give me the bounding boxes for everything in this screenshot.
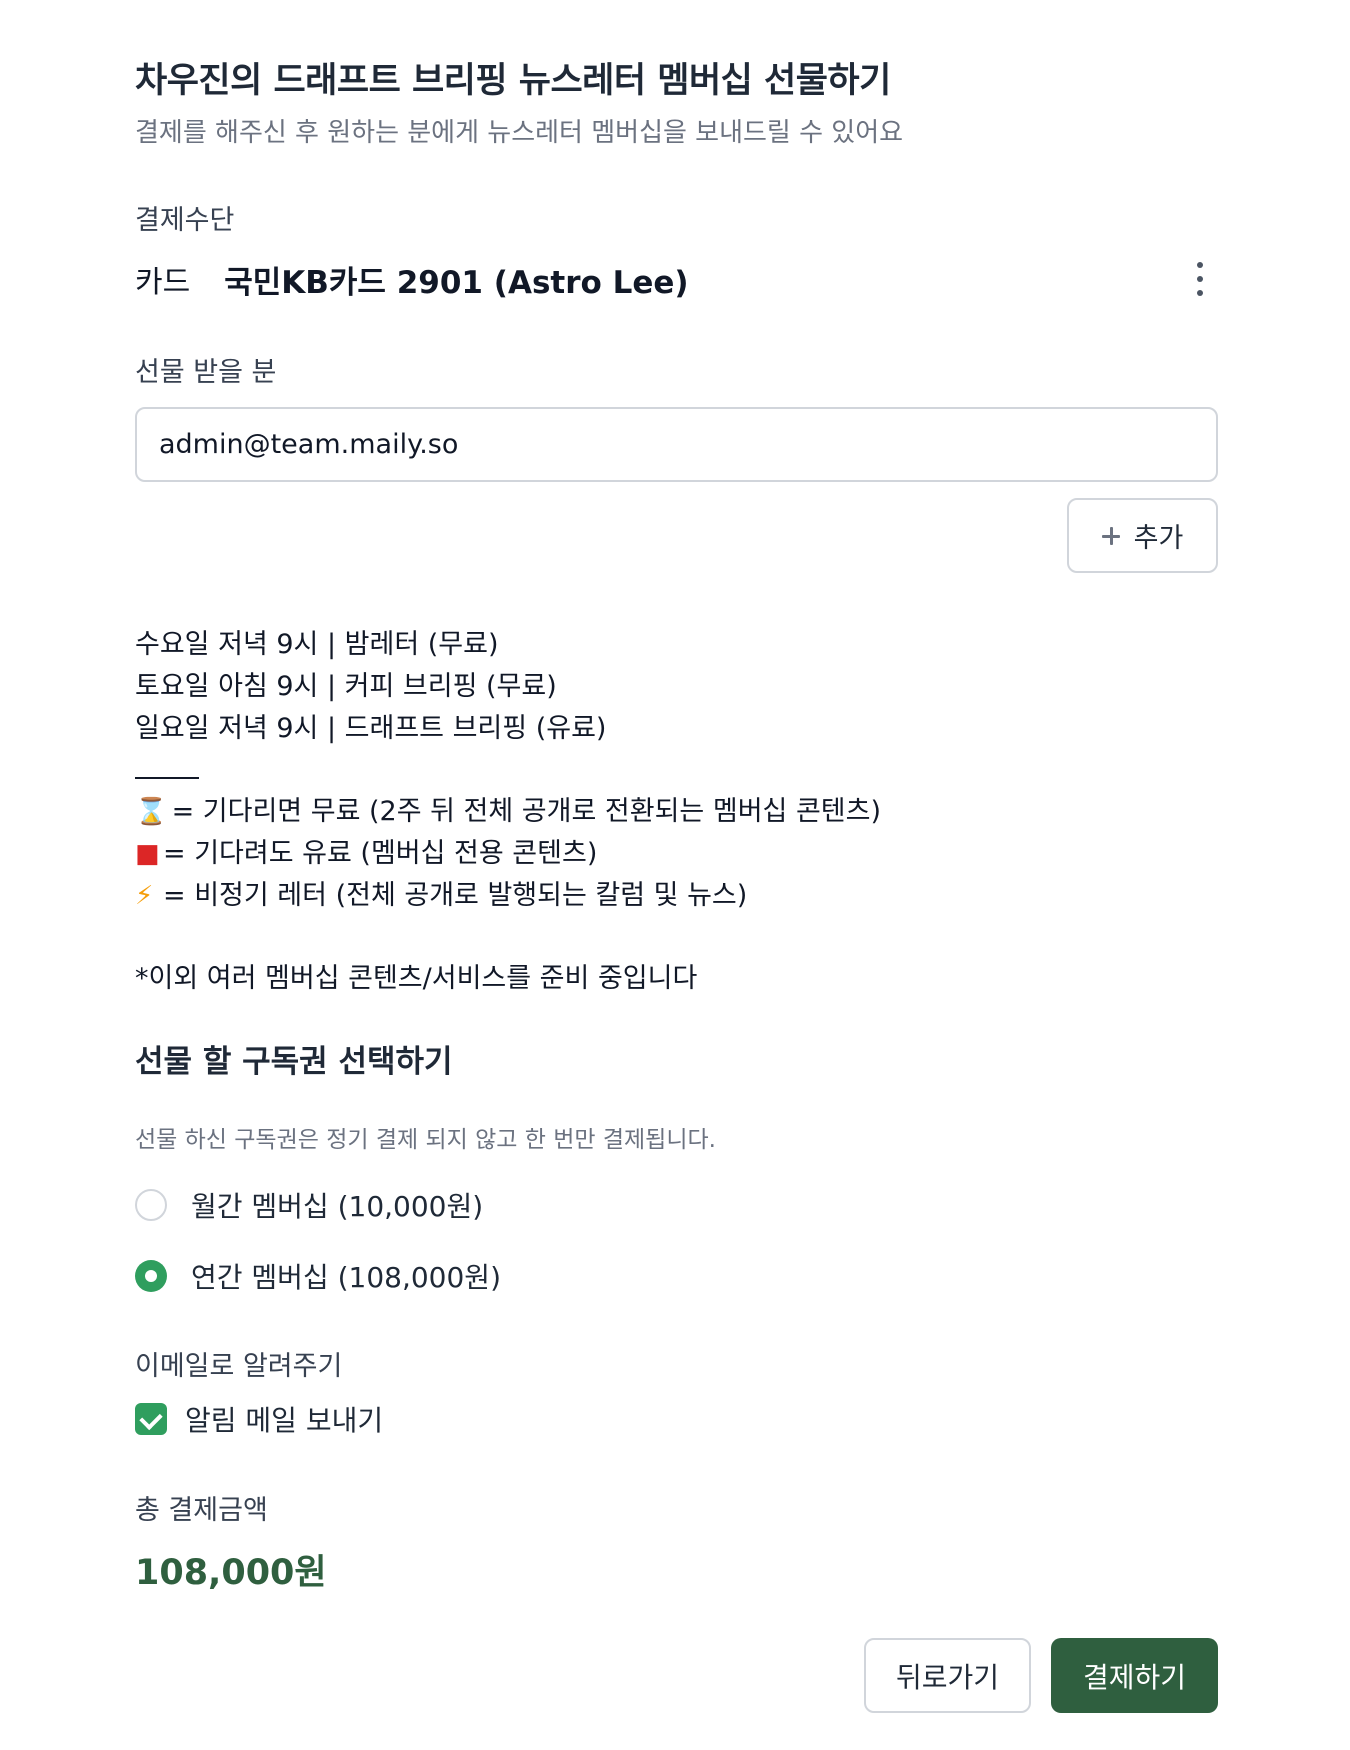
divider [135,777,199,779]
gift-icon: ■ [135,839,160,869]
total-amount: 108,000원 [135,1553,327,1593]
hourglass-icon: ⌛ [135,797,168,827]
recipient-label: 선물 받을 분 [135,357,277,388]
footnote: *이외 여러 멤버십 콘텐츠/서비스를 준비 중입니다 [135,963,698,994]
subscription-note: 선물 하신 구독권은 정기 결제 되지 않고 한 번만 결제됩니다. [135,1127,716,1153]
radio-button[interactable] [135,1189,167,1221]
legend-line: ■ = 기다려도 유료 (멤버십 전용 콘텐츠) [135,831,597,870]
subscription-section-title: 선물 할 구독권 선택하기 [135,1044,453,1080]
radio-label: 월간 멤버십 (10,000원) [191,1190,484,1223]
legend-line: ⚡ = 비정기 레터 (전체 공개로 발행되는 칼럼 및 뉴스) [135,873,747,912]
recipient-email-input[interactable] [135,407,1218,482]
schedule-line: 토요일 아침 9시 | 커피 브리핑 (무료) [135,671,557,702]
page-title: 차우진의 드래프트 브리핑 뉴스레터 멤버십 선물하기 [135,61,891,101]
page-subtitle: 결제를 해주신 후 원하는 분에게 뉴스레터 멤버십을 보내드릴 수 있어요 [135,118,904,148]
schedule-line: 수요일 저녁 9시 | 밤레터 (무료) [135,629,499,660]
checkbox-label: 알림 메일 보내기 [185,1404,384,1437]
legend-text: = 비정기 레터 (전체 공개로 발행되는 칼럼 및 뉴스) [163,880,748,911]
gift-membership-page: 차우진의 드래프트 브리핑 뉴스레터 멤버십 선물하기 결제를 해주신 후 원하… [0,0,1350,1750]
pay-button[interactable]: 결제하기 [1051,1638,1218,1713]
legend-text: = 기다리면 무료 (2주 뒤 전체 공개로 전환되는 멤버십 콘텐츠) [163,796,882,827]
total-label: 총 결제금액 [135,1495,268,1526]
legend-line: ⌛ = 기다리면 무료 (2주 뒤 전체 공개로 전환되는 멤버십 콘텐츠) [135,789,881,828]
add-recipient-button[interactable]: 추가 [1067,498,1218,573]
notify-label: 이메일로 알려주기 [135,1351,343,1382]
radio-yearly[interactable]: 연간 멤버십 (108,000원) [135,1256,501,1296]
payment-card: 국민KB카드 2901 (Astro Lee) [224,264,689,301]
plus-icon [1101,526,1120,545]
back-button[interactable]: 뒤로가기 [864,1638,1031,1713]
kebab-menu-icon[interactable] [1188,262,1212,296]
payment-method-label: 결제수단 [135,205,235,236]
payment-method-row: 카드 국민KB카드 2901 (Astro Lee) [135,256,1220,302]
radio-button-selected[interactable] [135,1260,167,1292]
schedule-line: 일요일 저녁 9시 | 드래프트 브리핑 (유료) [135,713,607,744]
legend-text: = 기다려도 유료 (멤버십 전용 콘텐츠) [163,838,598,869]
checkbox-checked[interactable] [135,1403,167,1435]
add-button-label: 추가 [1133,523,1184,554]
notify-checkbox-row[interactable]: 알림 메일 보내기 [135,1401,383,1437]
lightning-icon: ⚡ [135,881,154,911]
radio-monthly[interactable]: 월간 멤버십 (10,000원) [135,1185,483,1225]
radio-label: 연간 멤버십 (108,000원) [191,1261,501,1294]
payment-type: 카드 [135,265,191,300]
